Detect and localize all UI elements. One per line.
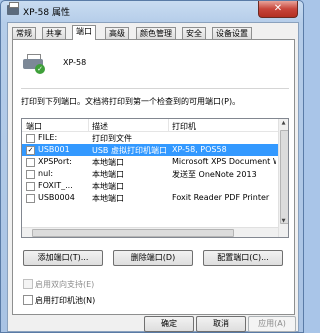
- port-printer: Microsoft XPS Document W...: [172, 157, 276, 166]
- port-name: FOXIT_...: [38, 181, 73, 190]
- port-name: FILE:: [38, 133, 58, 142]
- column-header-printer[interactable]: 打印机: [172, 121, 196, 132]
- add-port-button[interactable]: 添加端口(T)...: [23, 250, 103, 266]
- checkbox-label: 启用双向支持(E): [35, 280, 95, 289]
- column-divider[interactable]: [88, 119, 89, 131]
- divider: [21, 88, 289, 89]
- scrollbar-thumb[interactable]: [32, 229, 234, 237]
- scroll-up-arrow-icon[interactable]: ▲: [280, 120, 287, 128]
- window-title: XP-58 属性: [23, 8, 70, 18]
- column-header-description[interactable]: 描述: [92, 121, 108, 132]
- horizontal-scrollbar[interactable]: [22, 227, 278, 237]
- port-checkbox[interactable]: [26, 158, 35, 167]
- scroll-down-arrow-icon[interactable]: ▼: [280, 218, 287, 226]
- printer-properties-window: XP-58 属性 ✕ 常规 共享 端口 高级 颜色管理 安全 设备设置 ✓ XP…: [0, 0, 304, 333]
- port-row[interactable]: USB0004 本地端口 Foxit Reader PDF Printer: [22, 192, 278, 204]
- port-checkbox[interactable]: [26, 194, 35, 203]
- port-row-selected[interactable]: ✓ USB001 USB 虚拟打印机端口 XP-58, POS58: [22, 144, 278, 156]
- tab-color-management[interactable]: 颜色管理: [136, 27, 176, 39]
- port-description: 打印到文件: [92, 134, 132, 143]
- port-printer: 发送至 OneNote 2013: [172, 170, 257, 179]
- port-name: nul:: [38, 169, 54, 178]
- port-name: USB0004: [38, 193, 75, 202]
- delete-port-button[interactable]: 删除端口(D): [113, 250, 193, 266]
- port-checkbox[interactable]: [26, 134, 35, 143]
- printer-default-icon: ✓: [23, 54, 45, 74]
- tab-sharing[interactable]: 共享: [42, 27, 66, 39]
- ports-description: 打印到下列端口。文档将打印到第一个检查到的可用端口(P)。: [21, 97, 241, 106]
- column-divider[interactable]: [168, 119, 169, 131]
- port-checkbox[interactable]: [26, 182, 35, 191]
- port-description: 本地端口: [92, 194, 124, 203]
- checkbox-box[interactable]: [23, 295, 33, 305]
- port-name: USB001: [38, 145, 70, 154]
- port-row[interactable]: XPSPort: 本地端口 Microsoft XPS Document W..…: [22, 156, 278, 168]
- ports-list[interactable]: 端口 描述 打印机 FILE: 打印到文件 ✓ USB001 USB 虚拟打印机…: [21, 118, 289, 238]
- scrollbar-thumb[interactable]: [280, 130, 288, 224]
- cancel-button[interactable]: 取消: [196, 316, 246, 332]
- port-description: USB 虚拟打印机端口: [92, 146, 166, 155]
- port-row[interactable]: FILE: 打印到文件: [22, 132, 278, 144]
- tab-device-settings[interactable]: 设备设置: [212, 27, 252, 39]
- port-row[interactable]: FOXIT_... 本地端口: [22, 180, 278, 192]
- printer-name: XP-58: [63, 58, 87, 67]
- title-bar[interactable]: XP-58 属性 ✕: [1, 1, 303, 21]
- checkbox-box[interactable]: [23, 279, 33, 289]
- tab-advanced[interactable]: 高级: [105, 27, 129, 39]
- port-printer: XP-58, POS58: [172, 145, 227, 154]
- port-description: 本地端口: [92, 170, 124, 179]
- port-description: 本地端口: [92, 158, 124, 167]
- port-checkbox[interactable]: [26, 170, 35, 179]
- tab-security[interactable]: 安全: [182, 27, 206, 39]
- printer-icon: [7, 2, 19, 15]
- ok-button[interactable]: 确定: [144, 316, 194, 332]
- vertical-scrollbar[interactable]: ▲ ▼: [278, 119, 288, 237]
- configure-port-button[interactable]: 配置端口(C)...: [203, 250, 283, 266]
- port-row[interactable]: nul: 本地端口 发送至 OneNote 2013: [22, 168, 278, 180]
- tab-ports[interactable]: 端口: [72, 25, 96, 40]
- column-header-port[interactable]: 端口: [26, 121, 42, 132]
- apply-button[interactable]: 应用(A): [248, 316, 296, 332]
- close-button[interactable]: ✕: [258, 1, 298, 18]
- ports-list-header: 端口 描述 打印机: [22, 119, 288, 132]
- port-description: 本地端口: [92, 182, 124, 191]
- tab-general[interactable]: 常规: [12, 27, 36, 39]
- port-printer: Foxit Reader PDF Printer: [172, 193, 270, 202]
- checkbox-label: 启用打印机池(N): [35, 296, 96, 305]
- port-checkbox-checked[interactable]: ✓: [26, 146, 35, 155]
- ports-tab-panel: ✓ XP-58 打印到下列端口。文档将打印到第一个检查到的可用端口(P)。 端口…: [12, 39, 295, 315]
- dialog-client-area: 常规 共享 端口 高级 颜色管理 安全 设备设置 ✓ XP-58 打印到下列端口…: [7, 22, 299, 332]
- port-name: XPSPort:: [38, 157, 72, 166]
